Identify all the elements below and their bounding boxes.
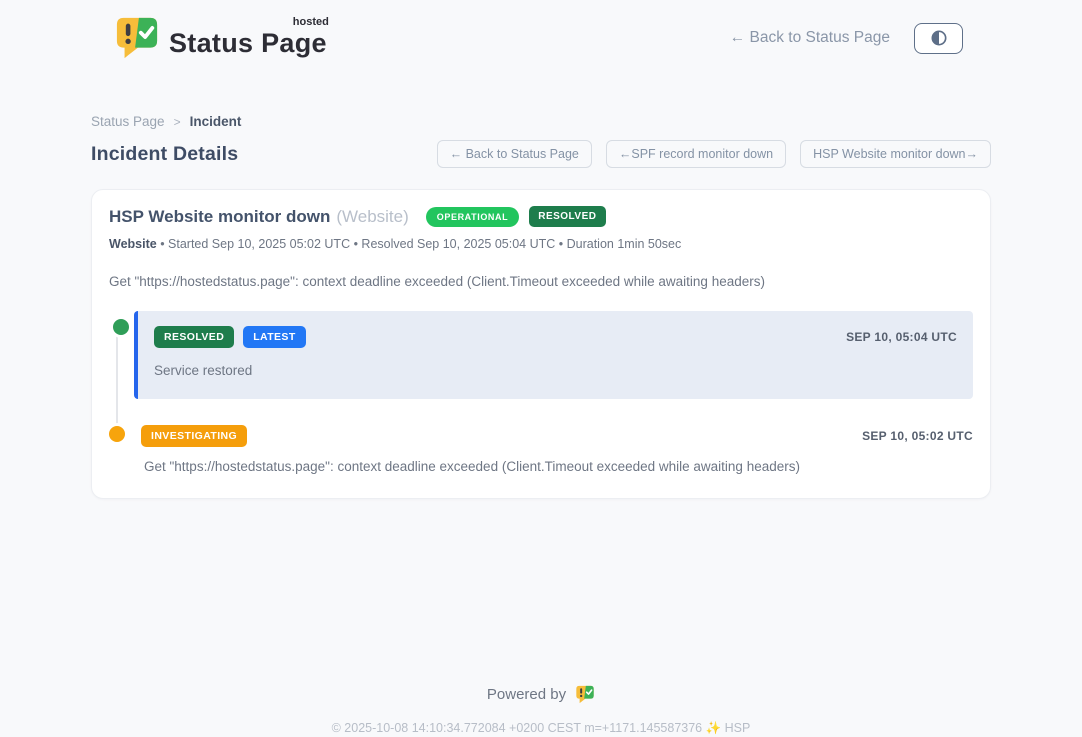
timeline-rail — [116, 331, 118, 434]
brand-name: Status Page — [169, 28, 327, 58]
back-to-status-page-button[interactable]: ← Back to Status Page — [437, 140, 592, 168]
top-bar-right: ← Back to Status Page — [730, 23, 963, 54]
timeline-dot-green — [113, 319, 129, 335]
timeline-entry-head: RESOLVED LATEST SEP 10, 05:04 UTC — [154, 326, 957, 348]
timeline-message: Get "https://hostedstatus.page": context… — [144, 459, 973, 474]
timeline-latest-badge: LATEST — [243, 326, 305, 348]
operational-status-badge: OPERATIONAL — [426, 207, 519, 227]
incident-description: Get "https://hostedstatus.page": context… — [109, 274, 973, 289]
breadcrumb: Status Page > Incident — [91, 114, 991, 129]
powered-by-label: Powered by — [487, 686, 566, 703]
incident-title: HSP Website monitor down — [109, 207, 330, 227]
top-bar: Status Page hosted ← Back to Status Page — [91, 0, 991, 64]
title-row: Incident Details ← Back to Status Page ←… — [91, 140, 991, 168]
brand-logo[interactable]: Status Page hosted — [115, 16, 327, 60]
incident-meta-details: • Started Sep 10, 2025 05:02 UTC • Resol… — [160, 237, 681, 251]
footer: Powered by © 2025-10-08 14:10:34.772084 … — [91, 685, 991, 736]
incident-timeline: RESOLVED LATEST SEP 10, 05:04 UTC Servic… — [109, 311, 973, 474]
incident-component: (Website) — [336, 207, 408, 227]
theme-toggle-button[interactable] — [914, 23, 963, 54]
breadcrumb-separator: > — [174, 115, 181, 129]
hsp-logo-icon — [575, 685, 595, 704]
prev-incident-button[interactable]: ←SPF record monitor down — [606, 140, 786, 168]
timeline-timestamp: SEP 10, 05:04 UTC — [846, 330, 957, 344]
brand-text: Status Page hosted — [169, 20, 327, 57]
timeline-resolved-badge: RESOLVED — [154, 326, 234, 348]
powered-by: Powered by — [91, 685, 991, 704]
brand-superscript: hosted — [293, 17, 329, 28]
half-circle-contrast-icon — [929, 28, 949, 48]
incident-meta-component: Website — [109, 237, 157, 251]
next-incident-button[interactable]: HSP Website monitor down→ — [800, 140, 991, 168]
header-back-link[interactable]: ← Back to Status Page — [730, 29, 890, 47]
page-container: Status Page hosted ← Back to Status Page… — [91, 0, 991, 736]
resolved-state-badge: RESOLVED — [529, 206, 605, 227]
incident-title-row: HSP Website monitor down (Website) OPERA… — [109, 206, 973, 227]
timeline-entry-resolved: RESOLVED LATEST SEP 10, 05:04 UTC Servic… — [134, 311, 973, 399]
breadcrumb-current: Incident — [190, 114, 242, 129]
incident-nav-buttons: ← Back to Status Page ←SPF record monito… — [437, 140, 991, 168]
timeline-entry-investigating: INVESTIGATING SEP 10, 05:02 UTC Get "htt… — [141, 425, 973, 474]
copyright-line: © 2025-10-08 14:10:34.772084 +0200 CEST … — [91, 721, 991, 736]
timeline-timestamp: SEP 10, 05:02 UTC — [862, 429, 973, 443]
timeline-message: Service restored — [154, 363, 957, 378]
incident-meta: Website • Started Sep 10, 2025 05:02 UTC… — [109, 237, 973, 251]
timeline-entry-head: INVESTIGATING SEP 10, 05:02 UTC — [141, 425, 973, 447]
incident-card: HSP Website monitor down (Website) OPERA… — [91, 189, 991, 499]
page-title: Incident Details — [91, 143, 238, 166]
status-page-logo-icon — [115, 16, 159, 60]
timeline-dot-orange — [109, 426, 125, 442]
breadcrumb-root[interactable]: Status Page — [91, 114, 165, 129]
timeline-investigating-badge: INVESTIGATING — [141, 425, 247, 447]
